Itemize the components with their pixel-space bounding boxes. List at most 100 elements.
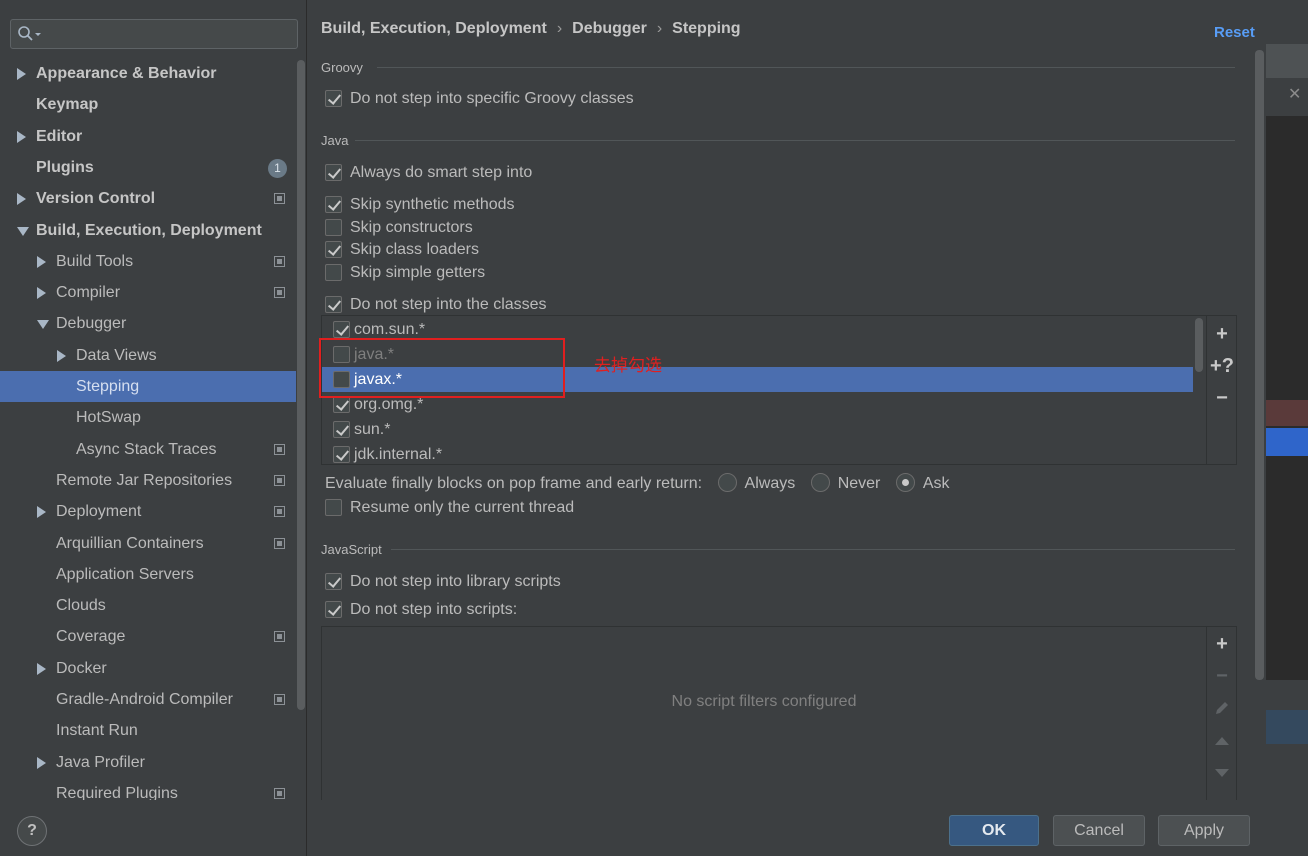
sidebar-item-clouds[interactable]: Clouds [0, 590, 296, 621]
class-filter-row[interactable]: jdk.internal.* [322, 442, 1193, 464]
finally-option-never[interactable]: Never [810, 473, 880, 495]
sidebar-item-arquillian-containers[interactable]: Arquillian Containers [0, 528, 296, 559]
script-filter-list[interactable]: No script filters configured + − [321, 626, 1237, 806]
sidebar-item-label: Async Stack Traces [76, 440, 217, 458]
sidebar-item-docker[interactable]: Docker [0, 653, 296, 684]
edit-script-filter-button[interactable] [1207, 695, 1237, 721]
sidebar-item-appearance-behavior[interactable]: Appearance & Behavior [0, 58, 296, 89]
sidebar-item-debugger[interactable]: Debugger [0, 308, 296, 339]
class-filter-checkbox[interactable] [333, 396, 350, 413]
content-scrollbar[interactable] [1255, 50, 1264, 680]
java-section-title: Java [321, 133, 349, 148]
checkbox[interactable] [325, 241, 342, 258]
section-divider [355, 140, 1235, 141]
sidebar-item-build-execution-deployment[interactable]: Build, Execution, Deployment [0, 215, 296, 246]
sidebar-item-stepping[interactable]: Stepping [0, 371, 296, 402]
move-up-button[interactable] [1207, 727, 1237, 753]
down-icon [1215, 769, 1229, 777]
sidebar-item-version-control[interactable]: Version Control [0, 183, 296, 214]
sidebar-item-instant-run[interactable]: Instant Run [0, 715, 296, 746]
search-icon [18, 26, 41, 41]
checkbox[interactable] [325, 573, 342, 590]
breadcrumb-item: Stepping [672, 20, 741, 37]
checkbox[interactable] [325, 264, 342, 281]
sidebar-item-required-plugins[interactable]: Required Plugins [0, 778, 296, 800]
collapsed-arrow-icon[interactable] [17, 193, 26, 206]
update-count-badge: 1 [268, 158, 287, 178]
ide-background: ✕ [1266, 0, 1308, 856]
sidebar-scrollbar[interactable] [297, 60, 305, 710]
ok-button[interactable]: OK [949, 815, 1039, 846]
collapsed-arrow-icon[interactable] [57, 349, 66, 362]
add-class-button[interactable]: + [1207, 321, 1237, 347]
sidebar-item-gradle-android-compiler[interactable]: Gradle-Android Compiler [0, 684, 296, 715]
checkbox[interactable] [325, 164, 342, 181]
sidebar-item-java-profiler[interactable]: Java Profiler [0, 747, 296, 778]
sidebar-item-label: Application Servers [56, 565, 194, 583]
apply-button[interactable]: Apply [1158, 815, 1250, 846]
checkbox[interactable] [325, 296, 342, 313]
collapsed-arrow-icon[interactable] [17, 130, 26, 143]
edit-icon [1216, 702, 1228, 714]
sidebar-item-build-tools[interactable]: Build Tools [0, 246, 296, 277]
sidebar-item-compiler[interactable]: Compiler [0, 277, 296, 308]
add-pattern-button[interactable]: +? [1207, 353, 1237, 379]
sidebar-item-remote-jar-repositories[interactable]: Remote Jar Repositories [0, 465, 296, 496]
class-filter-checkbox[interactable] [333, 321, 350, 338]
project-level-icon [274, 193, 285, 205]
checkbox[interactable] [325, 219, 342, 236]
radio[interactable] [895, 473, 915, 492]
add-script-filter-button[interactable]: + [1207, 631, 1237, 657]
collapsed-arrow-icon[interactable] [37, 287, 46, 300]
radio[interactable] [717, 473, 737, 492]
project-level-icon [274, 787, 285, 799]
settings-search-input[interactable] [10, 19, 298, 49]
remove-class-button[interactable]: − [1207, 385, 1237, 411]
checkbox[interactable] [325, 601, 342, 618]
collapsed-arrow-icon[interactable] [37, 756, 46, 769]
option-label: Do not step into library scripts [350, 573, 561, 590]
sidebar-item-plugins[interactable]: Plugins 1 [0, 152, 296, 183]
expanded-arrow-icon[interactable] [17, 226, 29, 236]
sidebar-item-data-views[interactable]: Data Views [0, 340, 296, 371]
finally-option-ask[interactable]: Ask [895, 473, 950, 495]
checkbox[interactable] [325, 90, 342, 107]
checkbox[interactable] [325, 499, 342, 516]
sidebar-item-label: Clouds [56, 597, 106, 615]
class-filter-checkbox[interactable] [333, 446, 350, 463]
sidebar-item-hotswap[interactable]: HotSwap [0, 402, 296, 433]
radio[interactable] [810, 473, 830, 492]
dialog-footer: OK Cancel Apply [307, 800, 1266, 856]
cancel-button[interactable]: Cancel [1053, 815, 1145, 846]
class-filter-row[interactable]: sun.* [322, 417, 1193, 442]
help-button[interactable]: ? [17, 816, 47, 846]
collapsed-arrow-icon[interactable] [37, 506, 46, 519]
reset-link[interactable]: Reset [1214, 24, 1255, 41]
sidebar-item-async-stack-traces[interactable]: Async Stack Traces [0, 434, 296, 465]
sidebar-item-label: Data Views [76, 346, 157, 364]
sidebar-item-label: Docker [56, 659, 107, 677]
checkbox[interactable] [325, 196, 342, 213]
sidebar-item-deployment[interactable]: Deployment [0, 496, 296, 527]
remove-script-filter-button[interactable]: − [1207, 663, 1237, 689]
expanded-arrow-icon[interactable] [37, 320, 49, 330]
class-list-scrollbar[interactable] [1195, 318, 1203, 372]
sidebar-item-editor[interactable]: Editor [0, 121, 296, 152]
sidebar-item-label: Build, Execution, Deployment [36, 221, 262, 239]
breadcrumb: Build, Execution, Deployment › Debugger › St… [321, 20, 741, 38]
script-filter-toolbar: + − [1206, 627, 1237, 805]
breadcrumb-separator: › [656, 20, 663, 37]
sidebar-item-application-servers[interactable]: Application Servers [0, 559, 296, 590]
collapsed-arrow-icon[interactable] [37, 662, 46, 675]
sidebar-item-coverage[interactable]: Coverage [0, 621, 296, 652]
collapsed-arrow-icon[interactable] [37, 255, 46, 268]
section-divider [377, 67, 1235, 68]
class-filter-checkbox[interactable] [333, 421, 350, 438]
project-level-icon [274, 443, 285, 455]
move-down-button[interactable] [1207, 759, 1237, 785]
sidebar-item-keymap[interactable]: Keymap [0, 89, 296, 120]
sidebar-item-label: Java Profiler [56, 753, 145, 771]
collapsed-arrow-icon[interactable] [17, 68, 26, 80]
finally-option-always[interactable]: Always [717, 473, 795, 495]
breadcrumb-item: Debugger [572, 20, 647, 37]
